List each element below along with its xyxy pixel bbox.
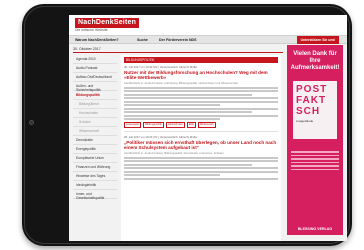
book-author: Lisagebäude: [296, 119, 314, 123]
sidebar-item[interactable]: Hinweise des Tages: [73, 172, 117, 181]
text-line: [291, 161, 339, 163]
text-line: [291, 165, 339, 167]
tablet-frame: NachDenkSeiten Die kritische Website War…: [22, 4, 352, 246]
sidebar-item[interactable]: Aufbau Ost/Deutschland: [73, 73, 117, 82]
sidebar-item[interactable]: Energiepolitik: [73, 145, 117, 154]
donate-button[interactable]: Unterstützen Sie uns!: [297, 36, 339, 44]
sidebar-item[interactable]: Schulen: [73, 118, 117, 127]
sidebar-item[interactable]: Demokratie: [73, 136, 117, 145]
book-advertisement[interactable]: Vielen Dank für Ihre Aufmerksamkeit! POS…: [287, 45, 343, 235]
text-line: [124, 93, 252, 96]
sidebar-item[interactable]: Finanzen und Währung: [73, 163, 117, 172]
sidebar-item[interactable]: Audio-Podcast: [73, 64, 117, 73]
article: 30. Juli 2017 um 10:30 Uhr | Verantwortl…: [121, 65, 281, 128]
sidebar-item[interactable]: Europäische Union: [73, 154, 117, 163]
article-meta: 30. Juli 2017 um 10:30 Uhr | Verantwortl…: [124, 65, 198, 69]
sidebar-item[interactable]: Ideologiekritik: [73, 181, 117, 190]
tag[interactable]: Lesenswert: [124, 122, 142, 128]
article-title[interactable]: „Politiker müssen sich ernsthaft überleg…: [124, 140, 278, 150]
text-line: [124, 156, 278, 159]
text-line: [124, 104, 220, 106]
text-line: [124, 160, 278, 162]
book-title: POST FAKT SCH: [296, 84, 328, 117]
ad-blurb: [291, 149, 339, 172]
text-line: [291, 154, 339, 156]
text-line: [124, 97, 278, 99]
text-line: [291, 158, 339, 160]
tag[interactable]: Hochschulen: [165, 122, 185, 128]
date-label: 30. Oktober 2017: [73, 47, 101, 51]
text-line: [124, 170, 278, 173]
text-line: [291, 168, 339, 170]
sidebar-item[interactable]: Agenda 2010: [73, 55, 117, 64]
text-line: [124, 86, 278, 89]
main-nav: Warum NachDenkSeiten? Suche Der Förderve…: [69, 35, 347, 44]
category-label: BILDUNGSPOLITIK: [126, 58, 155, 62]
tag-list: Lesenswert Bildungspolitik Hochschulen E…: [124, 122, 278, 128]
text-line: [124, 90, 278, 92]
text-line: [291, 151, 339, 153]
sidebar: Agenda 2010 Audio-Podcast Aufbau Ost/Deuts…: [73, 55, 117, 200]
article-list: BILDUNGSPOLITIK 30. Juli 2017 um 10:30 U…: [121, 55, 281, 241]
text-line: [124, 163, 252, 166]
site-tagline: Die kritische Website: [75, 28, 108, 32]
tag[interactable]: Bildungspolitik: [143, 122, 164, 128]
text-line: [124, 118, 220, 120]
text-line: [124, 107, 278, 110]
camera-icon: [29, 120, 34, 125]
divider: [124, 131, 278, 132]
article-title[interactable]: Nutzer mit der Bildungsforschung an Hoch…: [124, 70, 278, 80]
article-categories: Veröffentlicht in: Audio-Podcast, Aufrüs…: [124, 81, 238, 85]
article: 28. Juli 2017 um 10:00 Uhr | Verantwortl…: [121, 135, 281, 180]
sidebar-item[interactable]: Bildungspolitik: [73, 91, 117, 100]
nav-item-suche[interactable]: Suche: [137, 37, 148, 43]
text-line: [124, 167, 278, 169]
book-cover[interactable]: POST FAKT SCH Lisagebäude: [293, 81, 337, 139]
sidebar-item[interactable]: Außen- und Sicherheitspolitik: [73, 82, 117, 92]
sidebar-item[interactable]: Bildung/Beruf: [73, 100, 117, 109]
ad-headline: Vielen Dank für Ihre Aufmerksamkeit!: [290, 51, 340, 71]
tag[interactable]: Wettbewerb: [197, 122, 216, 128]
nav-item-warum[interactable]: Warum NachDenkSeiten?: [75, 37, 119, 43]
text-line: [124, 114, 278, 117]
article-categories: Veröffentlicht in: Audio-Podcast, Bildun…: [124, 151, 224, 155]
publisher-logo: BLESSING VERLAG: [297, 227, 333, 231]
nav-item-foerderverein[interactable]: Der Förderverein NDS: [159, 37, 197, 43]
text-line: [124, 174, 220, 176]
tag[interactable]: Elite: [186, 122, 196, 128]
text-line: [124, 111, 252, 113]
sidebar-item[interactable]: Innen- und Gesellschaftspolitik: [73, 190, 117, 200]
sidebar-item[interactable]: Wissenschaft: [73, 127, 117, 136]
sidebar-item[interactable]: Hochschulen: [73, 109, 117, 118]
divider: [73, 52, 283, 53]
text-line: [124, 177, 278, 180]
tablet-screen: NachDenkSeiten Die kritische Website War…: [69, 15, 347, 241]
text-line: [124, 100, 278, 103]
category-header: BILDUNGSPOLITIK: [124, 57, 278, 63]
tablet-photo: NachDenkSeiten Die kritische Website War…: [0, 0, 364, 250]
site-logo[interactable]: NachDenkSeiten: [75, 18, 140, 28]
site-header: NachDenkSeiten Die kritische Website: [69, 15, 347, 35]
article-meta: 28. Juli 2017 um 10:00 Uhr | Verantwortl…: [124, 135, 198, 139]
